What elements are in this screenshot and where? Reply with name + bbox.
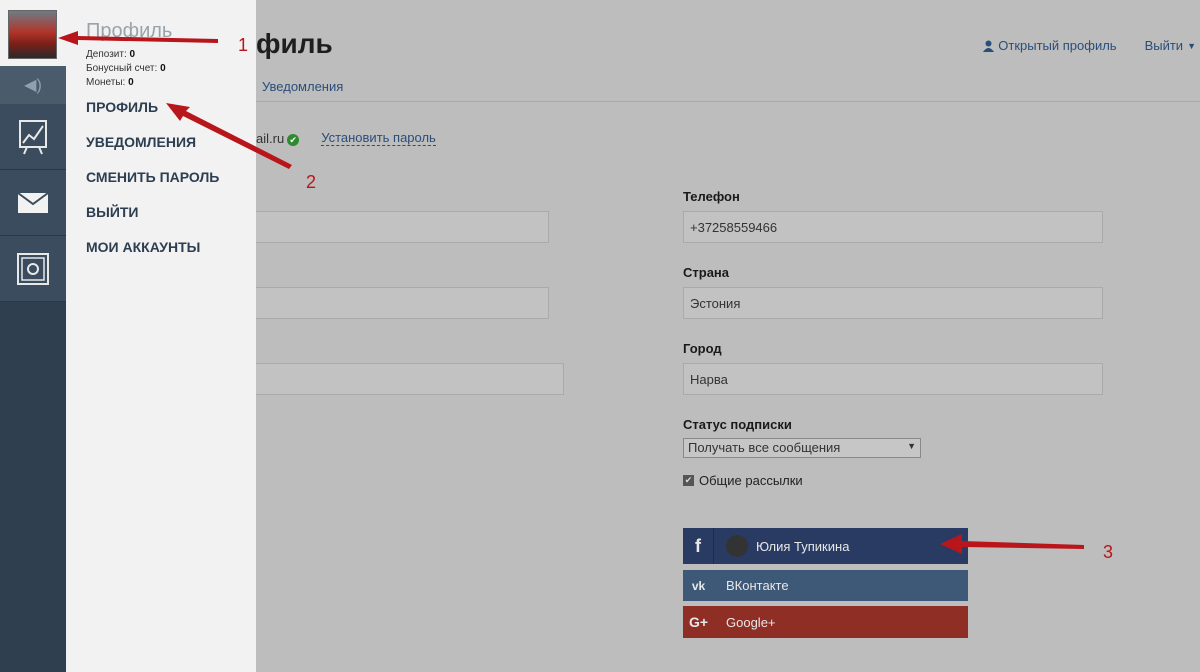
vk-icon: vk [691, 578, 706, 593]
facebook-user-name: Юлия Тупикина [756, 538, 850, 554]
open-profile-link[interactable]: Открытый профиль [983, 38, 1117, 53]
open-profile-label: Открытый профиль [998, 38, 1117, 53]
deposit-stat: Депозит: 0 [86, 49, 136, 60]
logout-link[interactable]: Выйти ▼ [1145, 38, 1196, 53]
google-button[interactable]: G+ Google+ [683, 606, 968, 638]
menu-item-my-accounts[interactable]: МОИ АККАУНТЫ [86, 239, 219, 274]
phone-input[interactable]: +37258559466 [683, 211, 1103, 243]
vk-label: ВКонтакте [726, 578, 789, 593]
phone-group: Телефон +37258559466 [683, 189, 1103, 243]
chart-icon [19, 119, 47, 154]
mail-nav-button[interactable] [0, 170, 66, 236]
user-icon [983, 40, 995, 52]
menu-item-notifications[interactable]: УВЕДОМЛЕНИЯ [86, 134, 219, 169]
vk-button[interactable]: vk ВКонтакте [683, 570, 968, 601]
menu-item-change-password[interactable]: СМЕНИТЬ ПАРОЛЬ [86, 169, 219, 204]
subscription-group: Статус подписки Получать все сообщения ▼… [683, 417, 1103, 488]
subscription-label: Статус подписки [683, 417, 792, 432]
tab-notifications[interactable]: Уведомления [262, 79, 343, 94]
profile-dropdown-panel: Профиль Депозит: 0 Бонусный счет: 0 Моне… [66, 0, 256, 672]
city-input[interactable]: Нарва [683, 363, 1103, 395]
mail-icon [17, 191, 49, 213]
google-plus-icon: G+ [688, 614, 709, 630]
logout-label: Выйти [1144, 38, 1184, 53]
divider [256, 101, 1200, 102]
chart-nav-button[interactable] [0, 104, 66, 170]
newsletter-checkbox[interactable]: ✔ [683, 475, 694, 486]
subscription-value: Получать все сообщения [688, 440, 841, 455]
menu-item-profile[interactable]: ПРОФИЛЬ [86, 99, 219, 134]
safe-nav-button[interactable] [0, 236, 66, 302]
annotation-3: 3 [1103, 542, 1114, 562]
google-label: Google+ [726, 614, 776, 630]
set-password-link[interactable]: Установить пароль [321, 130, 436, 146]
subscription-select[interactable]: Получать все сообщения ▼ [683, 438, 921, 458]
panel-menu: ПРОФИЛЬ УВЕДОМЛЕНИЯ СМЕНИТЬ ПАРОЛЬ ВЫЙТИ… [86, 99, 219, 274]
speaker-icon[interactable]: ◀) [0, 66, 66, 104]
safe-icon [17, 252, 49, 285]
city-group: Город Нарва [683, 341, 1103, 395]
verified-check-icon: ✔ [287, 133, 300, 146]
coins-stat: Монеты: 0 [86, 77, 134, 88]
avatar[interactable] [8, 10, 57, 59]
select-caret-icon: ▼ [907, 441, 916, 451]
bonus-stat: Бонусный счет: 0 [86, 63, 166, 74]
menu-item-logout[interactable]: ВЫЙТИ [86, 204, 219, 239]
city-label: Город [683, 341, 722, 356]
panel-profile-name: Профиль [86, 20, 173, 42]
email-row: ail.ru ✔ Установить пароль [256, 130, 436, 146]
fb-user-avatar [726, 535, 748, 557]
newsletter-label: Общие рассылки [699, 473, 803, 488]
page-title: филь [256, 28, 333, 59]
facebook-account-button[interactable]: f Юлия Тупикина [683, 528, 968, 564]
newsletter-row: ✔ Общие рассылки [683, 473, 1103, 488]
facebook-icon: f [683, 528, 714, 564]
annotation-1: 1 [238, 35, 249, 55]
email-text: ail.ru [256, 130, 285, 146]
panel-stats: Депозит: 0 Бонусный счет: 0 Монеты: 0 [86, 48, 166, 90]
country-label: Страна [683, 265, 730, 280]
annotation-2: 2 [306, 172, 317, 192]
country-input[interactable]: Эстония [683, 287, 1103, 319]
phone-label: Телефон [683, 189, 740, 204]
left-sidebar: ◀) [0, 0, 66, 672]
caret-down-icon: ▼ [1187, 40, 1196, 51]
country-group: Страна Эстония [683, 265, 1103, 319]
top-links: Открытый профиль Выйти ▼ [983, 38, 1196, 53]
